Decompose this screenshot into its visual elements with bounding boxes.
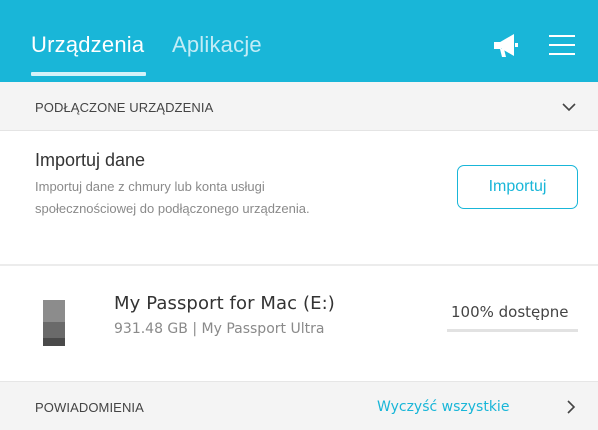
tab-devices[interactable]: Urządzenia bbox=[31, 32, 144, 58]
section-divider bbox=[0, 264, 598, 266]
import-button[interactable]: Importuj bbox=[457, 165, 578, 209]
hamburger-menu-icon[interactable] bbox=[549, 34, 575, 56]
import-title: Importuj dane bbox=[35, 150, 146, 170]
device-details: 931.48 GB | My Passport Ultra bbox=[114, 321, 325, 337]
device-name: My Passport for Mac (E:) bbox=[114, 293, 335, 314]
notifications-title: POWIADOMIENIA bbox=[35, 400, 144, 415]
drive-thumbnail-icon bbox=[43, 300, 65, 346]
import-description: Importuj dane z chmury lub konta usługi … bbox=[35, 179, 310, 216]
clear-all-link[interactable]: Wyczyść wszystkie bbox=[377, 399, 509, 415]
chevron-right-icon[interactable] bbox=[563, 399, 579, 415]
device-availability: 100% dostępne bbox=[451, 303, 569, 321]
connected-devices-title: PODŁĄCZONE URZĄDZENIA bbox=[35, 100, 214, 115]
app-header: Urządzenia Aplikacje bbox=[0, 0, 598, 82]
megaphone-icon[interactable] bbox=[491, 31, 521, 59]
availability-bar bbox=[447, 329, 578, 332]
active-tab-indicator bbox=[31, 72, 146, 76]
tab-apps[interactable]: Aplikacje bbox=[172, 32, 262, 58]
connected-devices-header[interactable]: PODŁĄCZONE URZĄDZENIA bbox=[0, 82, 598, 131]
chevron-down-icon[interactable] bbox=[561, 99, 577, 115]
